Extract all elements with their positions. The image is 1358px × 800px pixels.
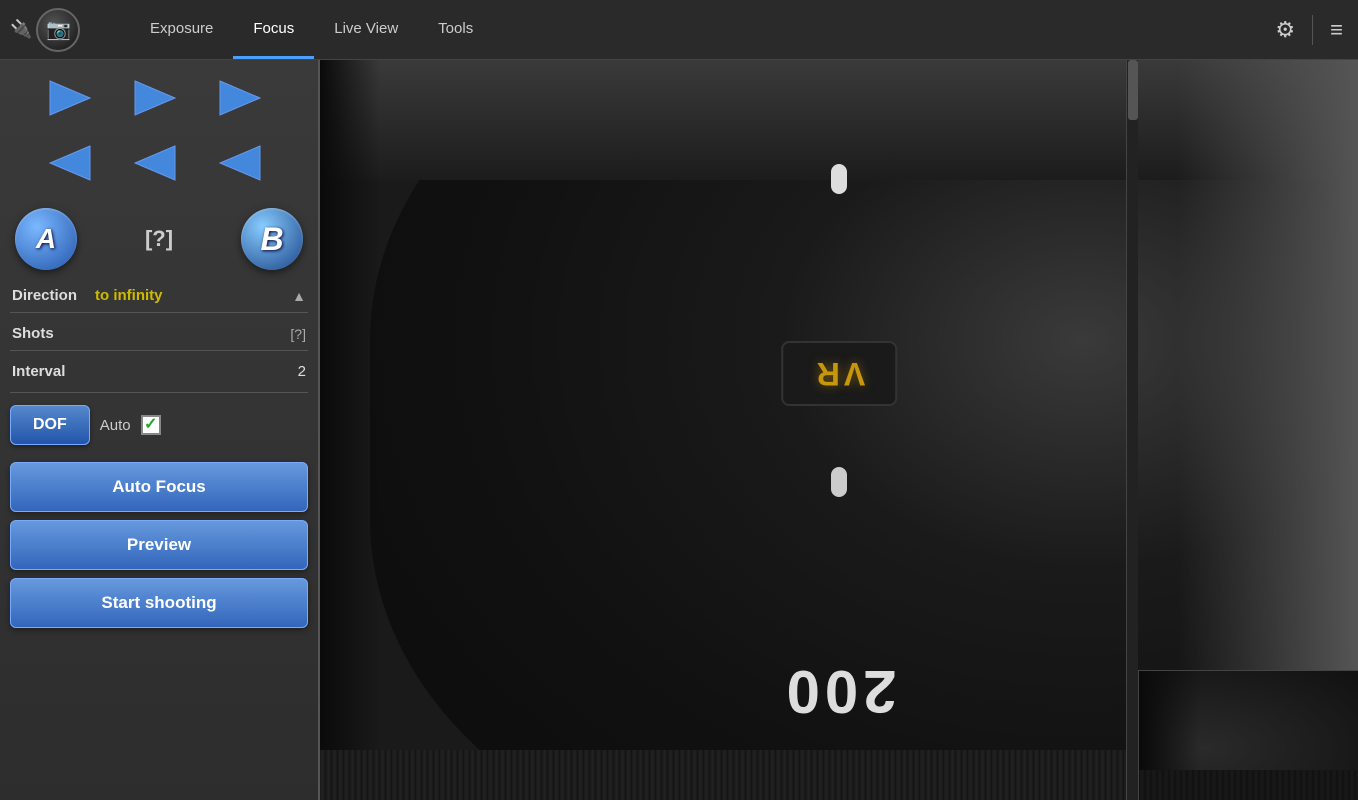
arrow-left-medium-btn[interactable]	[119, 135, 191, 190]
start-shooting-button[interactable]: Start shooting	[10, 578, 308, 628]
direction-dropdown[interactable]: to infinity ▲	[95, 287, 306, 304]
direction-value: to infinity	[95, 287, 163, 304]
arrow-left-small-btn[interactable]	[204, 135, 276, 190]
corner-thumb-inner	[1139, 671, 1358, 800]
shots-row: Shots [?]	[10, 321, 308, 351]
lens-grip	[320, 750, 1128, 800]
arrow-left-large-btn[interactable]	[34, 135, 106, 190]
b-button[interactable]: B	[241, 208, 303, 270]
scrollbar-thumb[interactable]	[1128, 60, 1138, 120]
nav-tabs: Exposure Focus Live View Tools	[130, 0, 1260, 59]
tab-live-view[interactable]: Live View	[314, 0, 418, 59]
corner-thumbnail	[1138, 670, 1358, 800]
corner-grip	[1139, 770, 1358, 800]
tab-focus[interactable]: Focus	[233, 0, 314, 59]
header-right: ⚙ ≡	[1260, 15, 1358, 45]
left-panel: A [?] B Direction to infinity ▲ Shots [?…	[0, 60, 320, 800]
header: 🔌 📷 Exposure Focus Live View Tools ⚙ ≡	[0, 0, 1358, 60]
direction-dropdown-arrow: ▲	[292, 288, 306, 304]
interval-row: Interval 2	[10, 359, 308, 393]
tab-exposure[interactable]: Exposure	[130, 0, 233, 59]
arrow-right-medium-btn[interactable]	[119, 70, 191, 125]
preview-button[interactable]: Preview	[10, 520, 308, 570]
interval-label: Interval	[12, 363, 65, 380]
lens-number: 200	[781, 657, 896, 726]
arrow-grid	[10, 70, 308, 195]
direction-row: Direction to infinity ▲	[10, 283, 308, 313]
interval-value: 2	[298, 363, 306, 380]
a-button[interactable]: A	[15, 208, 77, 270]
tab-tools[interactable]: Tools	[418, 0, 493, 59]
gear-icon[interactable]: ⚙	[1275, 17, 1295, 43]
indicator-dot-top	[831, 164, 847, 194]
indicator-dot-mid	[831, 467, 847, 497]
menu-icon[interactable]: ≡	[1330, 17, 1343, 43]
shots-question[interactable]: [?]	[290, 326, 306, 342]
vr-label: VR	[781, 341, 897, 406]
direction-label: Direction	[12, 287, 87, 304]
shots-label: Shots	[12, 325, 54, 342]
auto-label: Auto	[100, 417, 131, 434]
camera-icon: 📷	[36, 8, 80, 52]
auto-focus-button[interactable]: Auto Focus	[10, 462, 308, 512]
lens-background: VR 200	[320, 60, 1358, 800]
arrow-right-small-btn[interactable]	[34, 70, 106, 125]
main-content: A [?] B Direction to infinity ▲ Shots [?…	[0, 60, 1358, 800]
auto-checkbox[interactable]: ✓	[141, 415, 161, 435]
scrollbar[interactable]	[1126, 60, 1138, 800]
usb-icon: 🔌	[10, 19, 32, 40]
camera-icon-area: 🔌 📷	[0, 8, 130, 52]
live-view: VR 200	[320, 60, 1358, 800]
ab-row: A [?] B	[10, 208, 308, 270]
ab-question-mark[interactable]: [?]	[145, 226, 173, 252]
header-separator	[1312, 15, 1313, 45]
arrow-right-large-btn[interactable]	[204, 70, 276, 125]
dof-row: DOF Auto ✓	[10, 401, 308, 449]
dof-button[interactable]: DOF	[10, 405, 90, 445]
checkmark-icon: ✓	[144, 417, 157, 433]
lens-left-edge	[320, 60, 380, 800]
